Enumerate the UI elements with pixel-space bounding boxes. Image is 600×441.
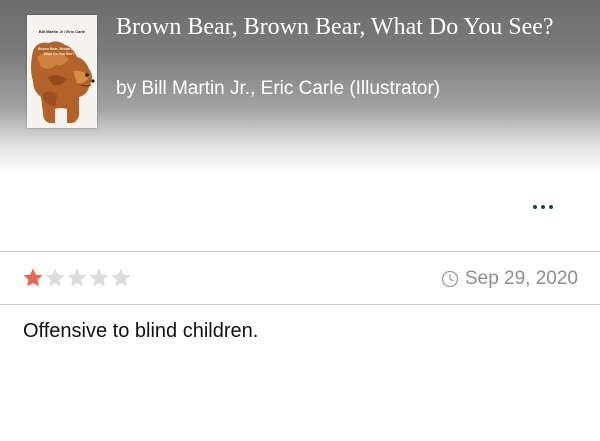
more-dots-icon bbox=[533, 205, 537, 209]
star-empty-icon bbox=[111, 268, 131, 287]
more-dots-icon bbox=[549, 205, 553, 209]
cover-author-text: Bill Martin Jr / Eric Carle bbox=[38, 29, 86, 34]
book-authors[interactable]: by Bill Martin Jr., Eric Carle (Illustra… bbox=[116, 78, 440, 100]
book-title[interactable]: Brown Bear, Brown Bear, What Do You See? bbox=[116, 13, 586, 41]
review-date-group: Sep 29, 2020 bbox=[441, 268, 578, 290]
star-empty-icon bbox=[89, 268, 109, 287]
star-empty-icon bbox=[67, 268, 87, 287]
review-text: Offensive to blind children. bbox=[23, 320, 259, 342]
clock-icon bbox=[441, 270, 459, 288]
star-empty-icon bbox=[45, 268, 65, 287]
star-filled-icon bbox=[23, 268, 43, 287]
more-options-button[interactable] bbox=[526, 196, 560, 218]
book-header: Bill Martin Jr / Eric Carle Brown Bear, … bbox=[0, 0, 600, 175]
book-cover[interactable]: Bill Martin Jr / Eric Carle Brown Bear, … bbox=[27, 15, 97, 128]
divider-top bbox=[0, 251, 600, 252]
review-date: Sep 29, 2020 bbox=[464, 268, 578, 289]
divider-bottom bbox=[0, 304, 600, 305]
star-rating bbox=[22, 267, 132, 289]
cover-title-text: Brown Bear, Brown Bear, What Do You See? bbox=[38, 47, 80, 56]
more-dots-icon bbox=[541, 205, 545, 209]
